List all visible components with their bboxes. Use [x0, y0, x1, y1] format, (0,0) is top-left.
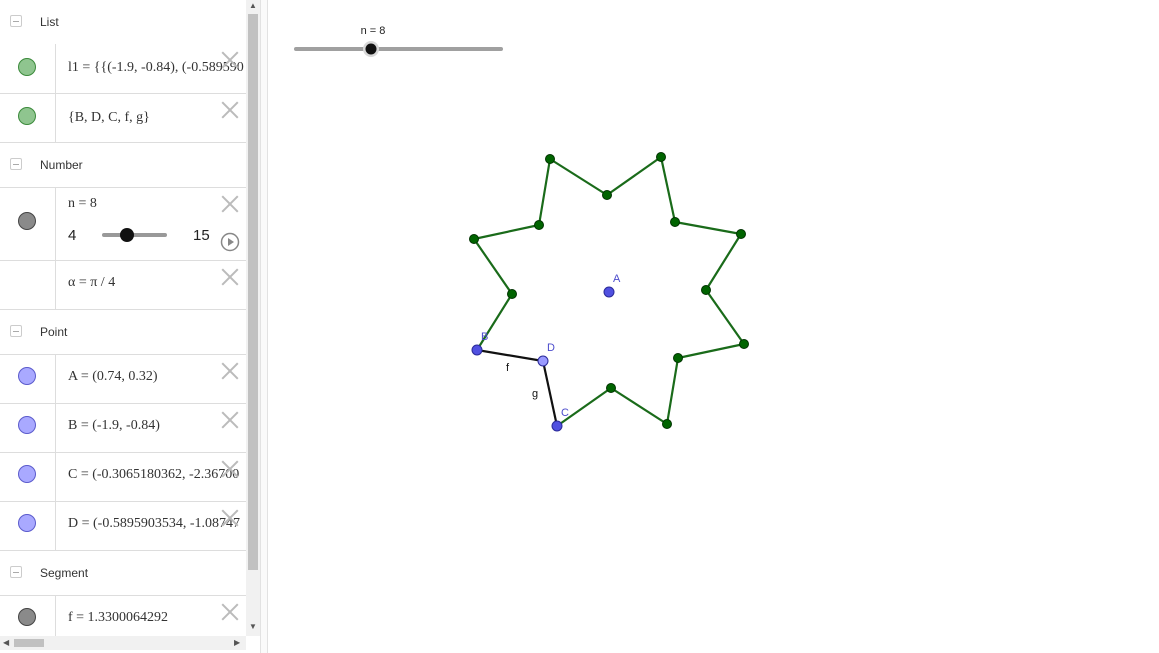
- star-vertex[interactable]: [507, 289, 517, 299]
- expression-B[interactable]: B = (-1.9, -0.84): [68, 418, 160, 434]
- algebra-view: List l1 = {{(-1.9, -0.84), (-0.589590353…: [0, 0, 246, 636]
- marble-cell: [0, 94, 56, 142]
- visibility-marble-B[interactable]: [18, 416, 36, 434]
- collapse-list-button[interactable]: [10, 15, 22, 27]
- algebra-row-C[interactable]: C = (-0.3065180362, -2.36700: [0, 453, 246, 502]
- slider-track[interactable]: [102, 233, 167, 237]
- algebra-row-A[interactable]: A = (0.74, 0.32): [0, 355, 246, 404]
- point-C[interactable]: [551, 420, 563, 432]
- marble-cell: [0, 404, 56, 452]
- algebra-row-alpha[interactable]: α = π / 4: [0, 261, 246, 310]
- scroll-down-icon[interactable]: ▼: [249, 622, 257, 631]
- label-B: B: [481, 331, 488, 343]
- vertical-scrollbar[interactable]: ▲ ▼: [246, 0, 260, 636]
- group-label-list: List: [40, 15, 59, 29]
- scroll-right-icon[interactable]: ▶: [234, 638, 240, 647]
- expression-D[interactable]: D = (-0.5895903534, -1.08747: [68, 516, 240, 532]
- vertical-scroll-thumb[interactable]: [248, 14, 258, 570]
- star-vertex[interactable]: [736, 229, 746, 239]
- point-A[interactable]: [603, 286, 615, 298]
- star-vertex[interactable]: [602, 190, 612, 200]
- visibility-marble-n[interactable]: [18, 212, 36, 230]
- algebra-row-n[interactable]: n = 8 4 15: [0, 188, 246, 261]
- marble-cell: [0, 355, 56, 403]
- star-vertex[interactable]: [534, 220, 544, 230]
- delete-icon[interactable]: [221, 460, 239, 478]
- graphics-view[interactable]: n = 8 f g A B D C: [268, 0, 1159, 653]
- view-divider[interactable]: [260, 0, 268, 653]
- graphics-slider-handle[interactable]: [365, 43, 377, 55]
- delete-icon[interactable]: [221, 101, 239, 119]
- collapse-point-button[interactable]: [10, 325, 22, 337]
- visibility-marble-f[interactable]: [18, 608, 36, 626]
- group-label-segment: Segment: [40, 566, 89, 580]
- label-A: A: [613, 273, 621, 285]
- star-vertex[interactable]: [662, 419, 672, 429]
- algebra-row-f[interactable]: f = 1.3300064292: [0, 596, 246, 636]
- star-vertex[interactable]: [606, 383, 616, 393]
- marble-cell: [0, 596, 56, 636]
- marble-cell: [0, 453, 56, 501]
- point-D[interactable]: [537, 355, 549, 367]
- graphics-slider-label: n = 8: [361, 25, 386, 37]
- star-vertex[interactable]: [469, 234, 479, 244]
- slider-max-label: 15: [193, 227, 210, 244]
- marble-cell: [0, 261, 56, 309]
- algebra-row-D[interactable]: D = (-0.5895903534, -1.08747: [0, 502, 246, 551]
- point-B[interactable]: [471, 344, 483, 356]
- expression-C[interactable]: C = (-0.3065180362, -2.36700: [68, 467, 239, 483]
- delete-icon[interactable]: [221, 268, 239, 286]
- star-vertex[interactable]: [545, 154, 555, 164]
- marble-cell: [0, 502, 56, 550]
- star-vertex[interactable]: [739, 339, 749, 349]
- label-f: f: [506, 362, 510, 374]
- collapse-number-button[interactable]: [10, 158, 22, 170]
- expression-alpha[interactable]: α = π / 4: [68, 275, 115, 291]
- visibility-marble-A[interactable]: [18, 367, 36, 385]
- algebra-row-l1[interactable]: l1 = {{(-1.9, -0.84), (-0.5895903534: [0, 44, 246, 94]
- group-header-list: List: [0, 0, 246, 45]
- algebra-row-set[interactable]: {B, D, C, f, g}: [0, 94, 246, 143]
- expression-set[interactable]: {B, D, C, f, g}: [68, 110, 150, 126]
- play-icon[interactable]: [220, 232, 240, 252]
- delete-icon[interactable]: [221, 603, 239, 621]
- delete-icon[interactable]: [221, 509, 239, 527]
- algebra-row-B[interactable]: B = (-1.9, -0.84): [0, 404, 246, 453]
- group-header-number: Number: [0, 143, 246, 188]
- horizontal-scrollbar[interactable]: ◀ ▶: [0, 636, 246, 650]
- group-header-point: Point: [0, 310, 246, 355]
- horizontal-scroll-thumb[interactable]: [14, 639, 44, 647]
- label-D: D: [547, 342, 555, 354]
- delete-icon[interactable]: [221, 362, 239, 380]
- label-C: C: [561, 407, 569, 419]
- visibility-marble-C[interactable]: [18, 465, 36, 483]
- visibility-marble-D[interactable]: [18, 514, 36, 532]
- label-g: g: [532, 388, 538, 400]
- delete-icon[interactable]: [221, 195, 239, 213]
- marble-cell: [0, 188, 56, 260]
- slider-min-label: 4: [68, 227, 77, 244]
- slider-handle[interactable]: [120, 228, 134, 242]
- group-label-number: Number: [40, 158, 83, 172]
- expression-f[interactable]: f = 1.3300064292: [68, 610, 168, 626]
- scroll-left-icon[interactable]: ◀: [3, 638, 9, 647]
- star-vertex[interactable]: [673, 353, 683, 363]
- star-vertex[interactable]: [701, 285, 711, 295]
- segment-f[interactable]: [476, 348, 544, 363]
- group-label-point: Point: [40, 325, 68, 339]
- star-vertex[interactable]: [670, 217, 680, 227]
- expression-n[interactable]: n = 8: [68, 196, 97, 212]
- marble-cell: [0, 44, 56, 93]
- group-header-segment: Segment: [0, 551, 246, 596]
- delete-icon[interactable]: [221, 411, 239, 429]
- segment-g[interactable]: [541, 360, 559, 427]
- expression-l1[interactable]: l1 = {{(-1.9, -0.84), (-0.5895903534: [68, 60, 244, 76]
- visibility-marble-l1[interactable]: [18, 58, 36, 76]
- visibility-marble-set[interactable]: [18, 107, 36, 125]
- delete-icon[interactable]: [221, 51, 239, 69]
- expression-A[interactable]: A = (0.74, 0.32): [68, 369, 158, 385]
- scroll-up-icon[interactable]: ▲: [249, 1, 257, 10]
- collapse-segment-button[interactable]: [10, 566, 22, 578]
- star-vertex[interactable]: [656, 152, 666, 162]
